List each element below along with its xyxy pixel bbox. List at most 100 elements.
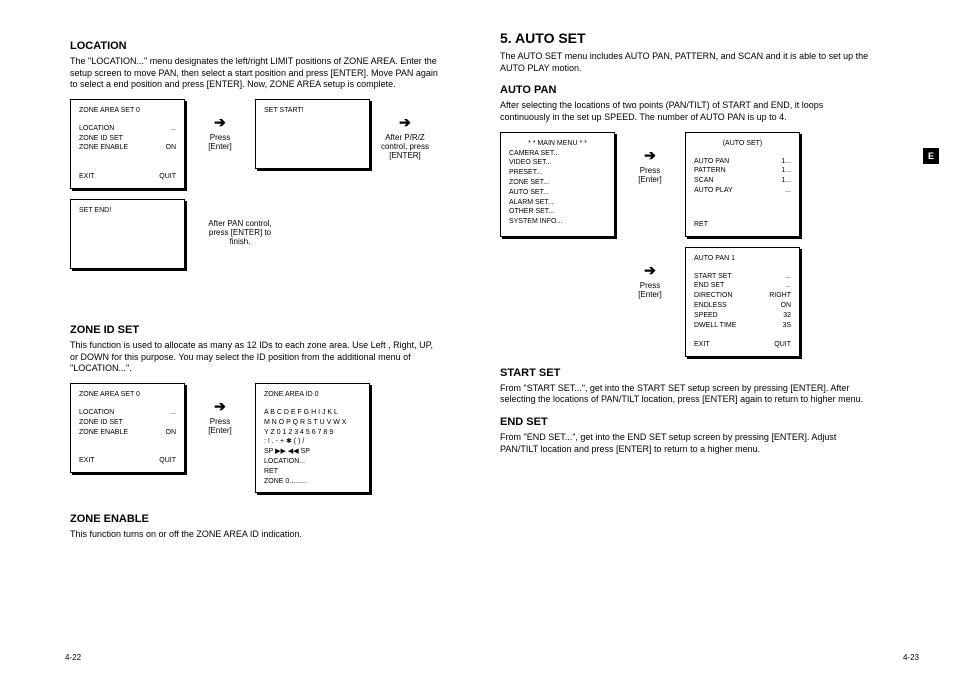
l: M N O P Q R S T U V W X: [264, 418, 361, 428]
t: control, press: [381, 142, 429, 151]
t: After P/R/Z: [385, 133, 425, 142]
arrow-block: ➔ Press [Enter]: [615, 132, 685, 184]
l: ZONE 0.........: [264, 477, 361, 487]
arrow-block: After PAN control, press [ENTER] to fini…: [185, 199, 295, 246]
arrow-block: ➔ Press [Enter]: [615, 247, 685, 299]
f: RET: [694, 220, 708, 230]
l: AUTO SET...: [509, 188, 606, 198]
r: ...: [170, 408, 176, 418]
r: ...: [170, 124, 176, 134]
l: VIDEO SET...: [509, 158, 606, 168]
box-title: SET START!: [264, 106, 304, 116]
box-title: AUTO PAN 1: [694, 254, 735, 264]
location-heading: LOCATION: [70, 40, 440, 52]
r: ZONE ID SET: [79, 134, 123, 144]
r: ENDLESS: [694, 301, 727, 311]
location-row1: ZONE AREA SET 0 LOCATION... ZONE ID SET …: [70, 99, 440, 189]
zone-id-text: This function is used to allocate as man…: [70, 340, 440, 375]
box-title: * * MAIN MENU * *: [509, 139, 606, 149]
f: EXIT: [79, 456, 95, 466]
r: 1...: [781, 166, 791, 176]
arrow-icon: ➔: [214, 398, 226, 415]
t: After PAN control,: [208, 219, 271, 228]
t: finish.: [230, 237, 251, 246]
start-set-heading: START SET: [500, 367, 870, 379]
l: PRESET...: [509, 168, 606, 178]
r: 1...: [781, 157, 791, 167]
zone-enable-text: This function turns on or off the ZONE A…: [70, 529, 440, 541]
l: CAMERA SET...: [509, 149, 606, 159]
zone-area-id-box: ZONE AREA ID 0 A B C D E F G H I J K L M…: [255, 383, 370, 493]
auto-pan-text: After selecting the locations of two poi…: [500, 100, 870, 123]
r: ON: [781, 301, 792, 311]
left-column: LOCATION The "LOCATION..." menu designat…: [70, 30, 470, 549]
l: Y Z 0 1 2 3 4 5 6 7 8 9: [264, 428, 361, 438]
box-title: (AUTO SET): [694, 139, 791, 149]
t: [Enter]: [208, 142, 232, 151]
start-set-text: From "START SET...", get into the START …: [500, 383, 870, 406]
zone-area-set-box: ZONE AREA SET 0 LOCATION... ZONE ID SET …: [70, 99, 185, 189]
t: [Enter]: [208, 426, 232, 435]
box-title: ZONE AREA SET 0: [79, 106, 140, 116]
arrow-icon: ➔: [399, 114, 411, 131]
page-spread: LOCATION The "LOCATION..." menu designat…: [70, 30, 910, 549]
arrow-icon: ➔: [214, 114, 226, 131]
set-end-box: SET END!: [70, 199, 185, 269]
f: QUIT: [159, 172, 176, 182]
zone-enable-heading: ZONE ENABLE: [70, 513, 440, 525]
r: SCAN: [694, 176, 713, 186]
r: 1...: [781, 176, 791, 186]
zone-area-set-box2: ZONE AREA SET 0 LOCATION... ZONE ID SET …: [70, 383, 185, 473]
r: PATTERN: [694, 166, 726, 176]
r: ON: [166, 428, 177, 438]
box-title: ZONE AREA ID 0: [264, 390, 318, 400]
arrow-block: ➔ After P/R/Z control, press [ENTER]: [370, 99, 440, 160]
location-text: The "LOCATION..." menu designates the le…: [70, 56, 440, 91]
t: Press: [210, 133, 230, 142]
auto-pan-detail-box: AUTO PAN 1 START SET... END SET... DIREC…: [685, 247, 800, 357]
r: ...: [785, 281, 791, 291]
box-title: ZONE AREA SET 0: [79, 390, 140, 400]
r: RIGHT: [769, 291, 791, 301]
page-number-left: 4-22: [65, 653, 81, 662]
r: LOCATION: [79, 124, 114, 134]
t: [ENTER]: [389, 151, 421, 160]
t: Press: [640, 281, 660, 290]
main-menu-box: * * MAIN MENU * * CAMERA SET... VIDEO SE…: [500, 132, 615, 237]
r: ZONE ENABLE: [79, 143, 128, 153]
l: SYSTEM INFO...: [509, 217, 606, 227]
l: LOCATION...: [264, 457, 361, 467]
auto-set-text: The AUTO SET menu includes AUTO PAN, PAT…: [500, 51, 870, 74]
l: ALARM SET...: [509, 198, 606, 208]
r: 3S: [782, 321, 791, 331]
t: Press: [210, 417, 230, 426]
r: START SET: [694, 272, 732, 282]
auto-set-box: (AUTO SET) AUTO PAN 1... PATTERN 1... SCAN…: [685, 132, 800, 237]
l: OTHER SET...: [509, 207, 606, 217]
l: : ! . - + ✱ ( ) /: [264, 437, 361, 447]
f: QUIT: [159, 456, 176, 466]
r: SPEED: [694, 311, 718, 321]
auto-pan-heading: AUTO PAN: [500, 84, 870, 96]
auto-set-heading: 5. AUTO SET: [500, 30, 870, 46]
f: EXIT: [79, 172, 95, 182]
end-set-heading: END SET: [500, 416, 870, 428]
zone-id-heading: ZONE ID SET: [70, 324, 440, 336]
auto-pan-row1: * * MAIN MENU * * CAMERA SET... VIDEO SE…: [500, 132, 870, 237]
r: ZONE ID SET: [79, 418, 123, 428]
l: SP ▶▶ ◀◀ SP: [264, 447, 361, 457]
r: DWELL TIME: [694, 321, 736, 331]
f: QUIT: [774, 340, 791, 350]
side-tab: E: [923, 148, 939, 164]
set-start-box: SET START!: [255, 99, 370, 169]
l: RET: [264, 467, 361, 477]
t: Press: [640, 166, 660, 175]
arrow-icon: ➔: [644, 262, 656, 279]
page-number-right: 4-23: [903, 653, 919, 662]
t: [Enter]: [638, 290, 662, 299]
arrow-block: ➔ Press [Enter]: [185, 383, 255, 435]
r: AUTO PLAY: [694, 186, 733, 196]
r: AUTO PAN: [694, 157, 729, 167]
end-set-text: From "END SET...", get into the END SET …: [500, 432, 870, 455]
r: END SET: [694, 281, 724, 291]
